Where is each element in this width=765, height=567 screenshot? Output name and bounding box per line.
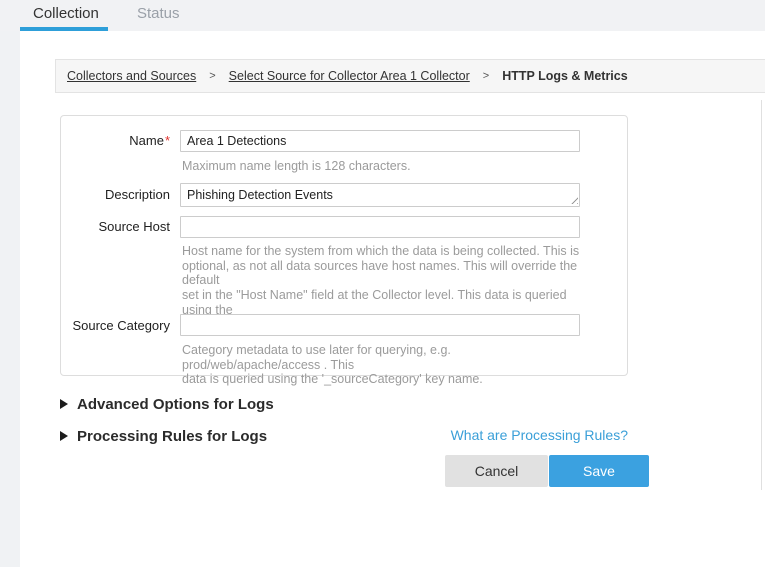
description-input[interactable]: Phishing Detection Events [180,183,580,207]
breadcrumb-separator: > [483,70,489,82]
source-host-label: Source Host [61,219,170,234]
breadcrumb-select-source-link[interactable]: Select Source for Collector Area 1 Colle… [229,69,470,83]
breadcrumb-collectors-link[interactable]: Collectors and Sources [67,69,196,83]
cancel-button[interactable]: Cancel [445,455,548,487]
tab-status[interactable]: Status [137,0,180,31]
content-panel: Collectors and Sources > Select Source f… [20,31,765,567]
content-right-divider [761,100,762,490]
source-category-hint: Category metadata to use later for query… [182,343,586,387]
form-actions: Cancel Save [60,455,628,487]
processing-rules-section-toggle[interactable]: Processing Rules for Logs What are Proce… [60,427,628,445]
name-label: Name* [61,133,170,148]
name-hint: Maximum name length is 128 characters. [182,159,586,174]
processing-rules-label: Processing Rules for Logs [77,428,267,445]
breadcrumb-current-page: HTTP Logs & Metrics [502,69,627,83]
expand-arrow-icon [60,431,68,441]
source-host-input[interactable] [180,216,580,238]
name-input[interactable] [180,130,580,152]
breadcrumb: Collectors and Sources > Select Source f… [55,59,765,93]
source-config-form: Name* Maximum name length is 128 charact… [60,115,628,376]
source-category-label: Source Category [61,318,170,333]
save-button[interactable]: Save [549,455,649,487]
processing-rules-help-link[interactable]: What are Processing Rules? [451,427,628,443]
tab-bar: Collection Status [0,0,765,31]
source-category-input[interactable] [180,314,580,336]
advanced-options-label: Advanced Options for Logs [77,396,274,413]
name-label-text: Name [129,133,164,148]
breadcrumb-separator: > [209,70,215,82]
advanced-options-section-toggle[interactable]: Advanced Options for Logs [60,395,628,413]
expand-arrow-icon [60,399,68,409]
description-label: Description [61,187,170,202]
required-asterisk: * [165,133,170,148]
